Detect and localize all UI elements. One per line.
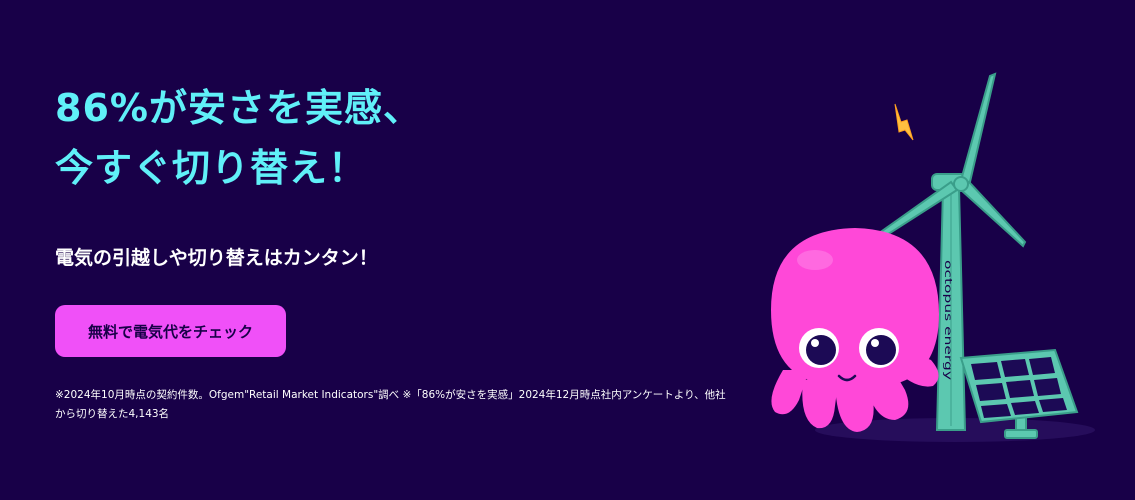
- octopus-mascot: [771, 228, 939, 432]
- headline-line-1: 86%が安さを実感、: [55, 86, 422, 130]
- octopus-head: [771, 228, 939, 388]
- footnote-text: ※2024年10月時点の契約件数。Ofgem"Retail Market Ind…: [55, 389, 726, 420]
- headline-line-2: 今すぐ切り替え！: [55, 146, 368, 190]
- solar-base: [1004, 429, 1038, 439]
- octopus-left-eye: [799, 328, 839, 368]
- check-electricity-cost-button[interactable]: 無料で電気代をチェック: [55, 305, 286, 357]
- hero-section: 86%が安さを実感、 今すぐ切り替え！ 電気の引越しや切り替えはカンタン！ 無料…: [0, 0, 1135, 500]
- lightning-bolt-icon: [894, 103, 914, 141]
- hero-headline: 86%が安さを実感、 今すぐ切り替え！: [55, 78, 422, 198]
- octopus-right-eye: [859, 328, 899, 368]
- turbine-blade-right: [959, 180, 1027, 248]
- turbine-brand-text: octopus energy: [942, 260, 953, 380]
- turbine-hub: [953, 176, 969, 192]
- hero-subheadline: 電気の引越しや切り替えはカンタン！: [55, 247, 378, 269]
- energy-illustration: octopus energy: [771, 72, 1095, 442]
- turbine-blade-up: [958, 72, 997, 188]
